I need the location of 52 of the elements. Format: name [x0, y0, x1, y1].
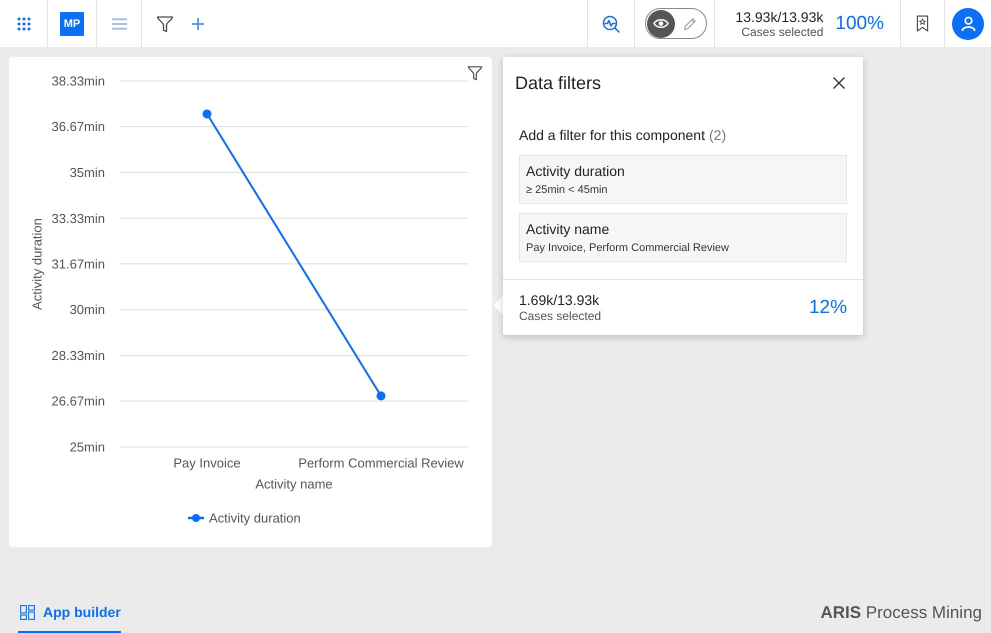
- user-avatar-button[interactable]: [952, 8, 984, 40]
- cases-count: 13.93k/13.93k: [735, 8, 824, 24]
- x-tick-label: Pay Invoice: [173, 456, 241, 470]
- y-tick-label: 26.67min: [52, 394, 105, 409]
- view-mode-button[interactable]: [647, 10, 675, 38]
- y-tick-label: 30min: [70, 302, 105, 318]
- cases-label: Cases selected: [741, 24, 824, 38]
- funnel-icon: [467, 65, 483, 81]
- x-axis-title: Activity name: [255, 476, 333, 492]
- plus-icon: [192, 18, 204, 30]
- dots-grid-icon: [16, 16, 30, 30]
- cases-percent: 100%: [835, 12, 884, 34]
- filter-item[interactable]: Activity duration ≥ 25min < 45min: [519, 155, 847, 204]
- person-icon: [960, 16, 976, 31]
- filter-name: Activity duration: [526, 162, 625, 180]
- close-button[interactable]: [833, 77, 845, 89]
- panel-title: Data filters: [515, 72, 602, 94]
- legend-label: Activity duration: [209, 510, 301, 526]
- y-tick-label: 38.33min: [52, 74, 105, 88]
- selected-cases-percent: 12%: [808, 296, 847, 318]
- filter-name: Activity name: [526, 220, 610, 238]
- filter-heading: Add a filter for this component: [519, 127, 705, 143]
- eye-icon: [653, 18, 669, 29]
- y-axis-title: Activity duration: [30, 218, 44, 310]
- y-tick-label: 25min: [70, 440, 105, 454]
- menu-icon: [112, 18, 126, 30]
- bookmark-star-icon: [916, 15, 929, 32]
- filter-value: Pay Invoice, Perform Commercial Review: [526, 241, 729, 255]
- selected-cases-label: Cases selected: [519, 308, 602, 324]
- dashboard-icon: [20, 604, 35, 620]
- product-name: ARIS Process Mining: [820, 603, 982, 623]
- analysis-button[interactable]: [587, 0, 635, 47]
- y-tick-label: 28.33min: [52, 348, 105, 364]
- filter-item[interactable]: Activity name Pay Invoice, Perform Commercial Review: [519, 213, 847, 262]
- data-point: [376, 391, 386, 400]
- y-tick-label: 36.67min: [52, 119, 105, 134]
- pencil-icon: [683, 16, 697, 30]
- x-tick-label: Perform Commercial Review: [298, 456, 464, 470]
- close-icon: [833, 77, 845, 89]
- funnel-icon: [156, 14, 174, 32]
- filter-count: (2): [709, 127, 726, 143]
- y-tick-label: 33.33min: [52, 210, 105, 226]
- y-tick-label: 31.67min: [52, 256, 105, 272]
- chart-filter-button[interactable]: [467, 65, 483, 81]
- data-point: [202, 109, 212, 118]
- filter-value: ≥ 25min < 45min: [526, 183, 608, 197]
- selected-cases-count: 1.69k/13.93k: [519, 292, 600, 308]
- legend-marker-icon: [188, 514, 204, 522]
- app-builder-tab[interactable]: App builder: [18, 593, 121, 633]
- magnifier-pulse-icon: [602, 14, 620, 32]
- workspace-badge[interactable]: MP: [60, 12, 84, 36]
- y-tick-label: 35min: [70, 164, 105, 180]
